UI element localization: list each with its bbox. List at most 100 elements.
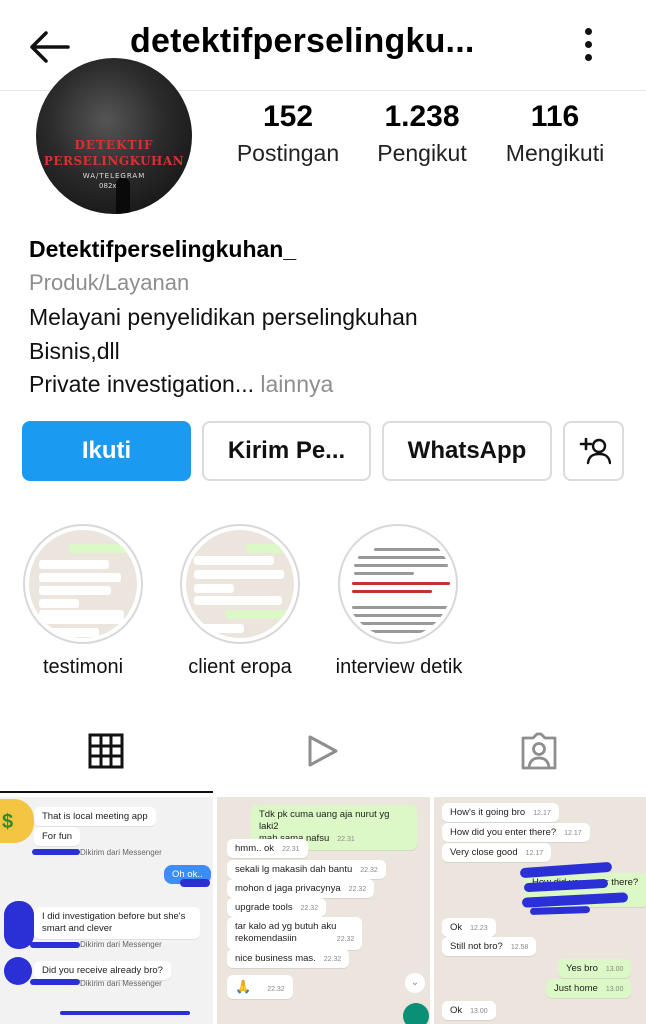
- bio-more-link[interactable]: lainnya: [254, 371, 333, 397]
- play-icon: [308, 735, 338, 767]
- send-button-icon: [403, 1003, 429, 1024]
- follow-button[interactable]: Ikuti: [22, 421, 191, 481]
- chat-bubble: tar kalo ad yg butuh aku rekomendasiin 22.…: [227, 917, 363, 950]
- chat-bubble-text: Tdk pk cuma uang aja nurut yg laki2: [259, 809, 390, 832]
- stat-following[interactable]: 116 Mengikuti: [492, 100, 618, 167]
- add-person-icon: [579, 437, 611, 465]
- chat-bubble: I did investigation before but she's sma…: [34, 907, 200, 939]
- timestamp: 22.32: [323, 956, 342, 963]
- timestamp: 22.31: [337, 836, 355, 843]
- chat-bubble: For fun: [34, 827, 81, 846]
- chat-bubble-text: Yes bro: [566, 963, 598, 974]
- chat-bubble-text: How did you enter there?: [450, 827, 557, 838]
- chat-bubble-text: sekali lg makasih dah bantu: [235, 864, 353, 875]
- timestamp: 13.00: [605, 966, 624, 973]
- scroll-down-icon: ⌄: [405, 973, 425, 993]
- timestamp: 22.32: [267, 986, 285, 993]
- message-button[interactable]: Kirim Pe...: [202, 421, 371, 481]
- chat-bubble: That is local meeting app: [34, 807, 156, 826]
- timestamp: 12.17: [533, 810, 551, 817]
- chat-bubble-text: tar kalo ad yg butuh aku: [235, 921, 337, 932]
- stat-followers-count: 1.238: [384, 100, 460, 133]
- stat-followers[interactable]: 1.238 Pengikut: [362, 100, 482, 167]
- timestamp: 12.58: [510, 944, 529, 951]
- post-thumbnail-3[interactable]: How's it going bro 12.17 How did you ente…: [434, 797, 646, 1024]
- post-thumbnail-1[interactable]: $ That is local meeting app For fun Diki…: [0, 797, 213, 1024]
- highlight-thumbnail: [186, 530, 294, 638]
- highlight-label-interview-detik: interview detik: [335, 656, 463, 678]
- whatsapp-button[interactable]: WhatsApp: [382, 421, 552, 481]
- chat-bubble: Still not bro? 12.58: [442, 937, 537, 956]
- chat-bubble: Did you receive already bro?: [34, 961, 171, 980]
- active-tab-indicator: [0, 791, 213, 793]
- chat-bubble-text: nice business mas.: [235, 953, 316, 964]
- timestamp: 22.32: [336, 936, 355, 943]
- bio-line-3: Private investigation... lainnya: [29, 371, 333, 398]
- highlight-label-testimoni: testimoni: [42, 656, 124, 678]
- chat-bubble-text: hmm.. ok: [235, 843, 275, 854]
- timestamp: 12.23: [470, 925, 488, 932]
- chat-bubble-text: Ok: [450, 922, 463, 933]
- highlight-interview-detik[interactable]: [338, 524, 458, 644]
- profile-name: Detektifperselingkuhan_: [29, 236, 297, 262]
- chat-bubble-text: upgrade tools: [235, 902, 293, 913]
- avatar-text-2: PERSELINGKUHAN: [43, 154, 185, 168]
- chat-bubble-text: Just home: [554, 983, 598, 994]
- chat-bubble: How did you enter there? 12.17: [442, 823, 590, 842]
- chat-bubble-text: How's it going bro: [450, 807, 526, 818]
- stat-following-count: 116: [530, 100, 580, 133]
- sent-from-messenger: Dikirim dari Messenger: [80, 979, 162, 988]
- timestamp: 13.00: [605, 986, 624, 993]
- chat-bubble: nice business mas. 22.32: [227, 949, 350, 968]
- chat-bubble-text: Still not bro?: [450, 941, 503, 952]
- chat-bubble-text: Ok: [450, 1005, 463, 1016]
- timestamp: 13.00: [470, 1008, 488, 1015]
- stat-following-label: Mengikuti: [505, 140, 605, 166]
- highlight-testimoni[interactable]: [23, 524, 143, 644]
- avatar[interactable]: DETEKTIF PERSELINGKUHAN WA/TELEGRAM 082x…: [36, 58, 192, 214]
- highlight-label-client-eropa: client eropa: [188, 656, 292, 678]
- sent-from-messenger: Dikirim dari Messenger: [80, 940, 162, 949]
- chat-bubble-sent: Just home 13.00: [546, 979, 632, 998]
- post-thumbnail-2[interactable]: Tdk pk cuma uang aja nurut yg laki2mah s…: [217, 797, 430, 1024]
- chat-bubble: Ok 13.00: [442, 1001, 496, 1020]
- dollar-sign-icon: $: [2, 811, 14, 833]
- timestamp: 22.32: [360, 867, 378, 874]
- tagged-tab[interactable]: [520, 732, 558, 775]
- avatar-text-3: WA/TELEGRAM: [82, 172, 146, 180]
- chat-bubble-sent: Yes bro 13.00: [558, 959, 632, 978]
- reels-tab[interactable]: [304, 733, 340, 774]
- chat-bubble: How's it going bro 12.17: [442, 803, 559, 822]
- more-options-icon[interactable]: [580, 26, 598, 62]
- chat-bubble: mohon d jaga privacynya 22.32: [227, 879, 375, 898]
- timestamp: 12.17: [564, 830, 582, 837]
- grid-icon: [88, 733, 124, 769]
- timestamp: 22.32: [348, 886, 367, 893]
- chat-bubble: hmm.. ok 22.31: [227, 839, 308, 858]
- chat-bubble-text: rekomendasiin: [235, 933, 297, 944]
- silhouette-figure: [116, 178, 130, 214]
- back-arrow-icon[interactable]: [26, 24, 72, 70]
- avatar-text-4: 082xxxx: [99, 182, 129, 190]
- highlight-thumbnail: [344, 530, 452, 638]
- stat-posts-count: 152: [262, 100, 314, 133]
- bio-line-2: Bisnis,dll: [29, 338, 120, 364]
- chat-bubble: sekali lg makasih dah bantu 22.32: [227, 860, 386, 879]
- chat-bubble-text: Very close good: [450, 847, 518, 858]
- praying-hands-emoji: 🙏: [235, 979, 252, 994]
- chat-bubble: 🙏 22.32: [227, 975, 293, 999]
- timestamp: 12.17: [525, 850, 544, 857]
- stat-posts[interactable]: 152 Postingan: [228, 100, 348, 167]
- profile-category: Produk/Layanan: [29, 270, 190, 295]
- chat-bubble-text: mohon d jaga privacynya: [235, 883, 341, 894]
- page-title: detektifperselingku...: [130, 22, 475, 60]
- bio-line-1: Melayani penyelidikan perselingkuhan: [29, 304, 418, 330]
- highlight-thumbnail: [29, 530, 137, 638]
- stat-posts-label: Postingan: [236, 140, 340, 166]
- stat-followers-label: Pengikut: [377, 140, 467, 166]
- chat-bubble: Very close good 12.17: [442, 843, 552, 862]
- timestamp: 22.32: [300, 905, 319, 912]
- highlight-client-eropa[interactable]: [180, 524, 300, 644]
- grid-tab[interactable]: [88, 733, 124, 774]
- suggested-accounts-button[interactable]: [563, 421, 624, 481]
